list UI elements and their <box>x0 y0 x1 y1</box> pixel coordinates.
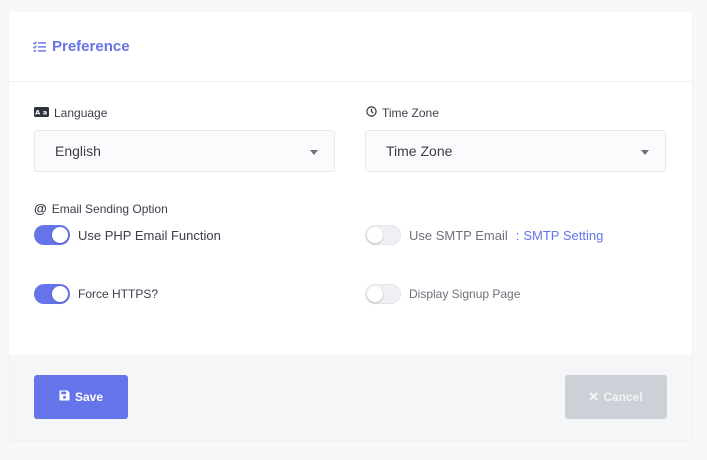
svg-text:A: A <box>35 109 40 117</box>
cancel-button[interactable]: Cancel <box>565 375 667 419</box>
signup-page-row: Display Signup Page <box>365 284 520 304</box>
timezone-label: Time Zone <box>366 106 439 120</box>
timezone-select[interactable]: Time Zone <box>365 130 666 172</box>
smtp-setting-link[interactable]: SMTP Setting <box>523 228 603 243</box>
php-email-label: Use PHP Email Function <box>78 227 221 243</box>
translate-icon: A a <box>34 106 49 120</box>
at-icon: @ <box>34 201 47 216</box>
smtp-separator: : <box>515 227 520 243</box>
smtp-email-toggle[interactable] <box>365 225 401 245</box>
floppy-disk-icon <box>59 390 70 404</box>
force-https-label: Force HTTPS? <box>78 287 159 301</box>
timezone-select-value: Time Zone <box>386 143 453 159</box>
preference-card: Preference A a Language English Time Zon… <box>9 12 692 440</box>
smtp-email-label: Use SMTP Email <box>409 227 508 243</box>
signup-page-label: Display Signup Page <box>409 287 521 301</box>
signup-page-toggle[interactable] <box>365 284 401 304</box>
save-button[interactable]: Save <box>34 375 128 419</box>
card-header: Preference <box>9 12 692 82</box>
language-label-text: Language <box>54 106 108 120</box>
chevron-down-icon <box>310 150 318 155</box>
clock-icon <box>366 106 377 120</box>
checklist-icon <box>33 40 46 53</box>
language-select-value: English <box>55 143 101 159</box>
toggle-knob <box>367 227 383 243</box>
email-option-label: @ Email Sending Option <box>34 201 168 216</box>
cancel-button-label: Cancel <box>603 390 643 404</box>
email-option-label-text: Email Sending Option <box>51 201 168 216</box>
save-button-label: Save <box>74 390 104 404</box>
chevron-down-icon <box>641 150 649 155</box>
timezone-label-text: Time Zone <box>382 106 439 120</box>
toggle-knob <box>367 286 383 302</box>
card-title-text: Preference <box>52 38 130 55</box>
svg-text:a: a <box>43 109 47 117</box>
card-footer: Save Cancel <box>9 355 692 440</box>
force-https-row: Force HTTPS? <box>34 284 158 304</box>
toggle-knob <box>52 227 68 243</box>
php-email-row: Use PHP Email Function <box>34 225 221 245</box>
language-label: A a Language <box>34 106 107 120</box>
card-title: Preference <box>33 38 130 55</box>
force-https-toggle[interactable] <box>34 284 70 304</box>
card-body: A a Language English Time Zone Time Zone <box>9 82 692 355</box>
smtp-email-row: Use SMTP Email : SMTP Setting <box>365 225 603 245</box>
php-email-toggle[interactable] <box>34 225 70 245</box>
toggle-knob <box>52 286 68 302</box>
language-select[interactable]: English <box>34 130 335 172</box>
close-icon <box>589 390 599 404</box>
